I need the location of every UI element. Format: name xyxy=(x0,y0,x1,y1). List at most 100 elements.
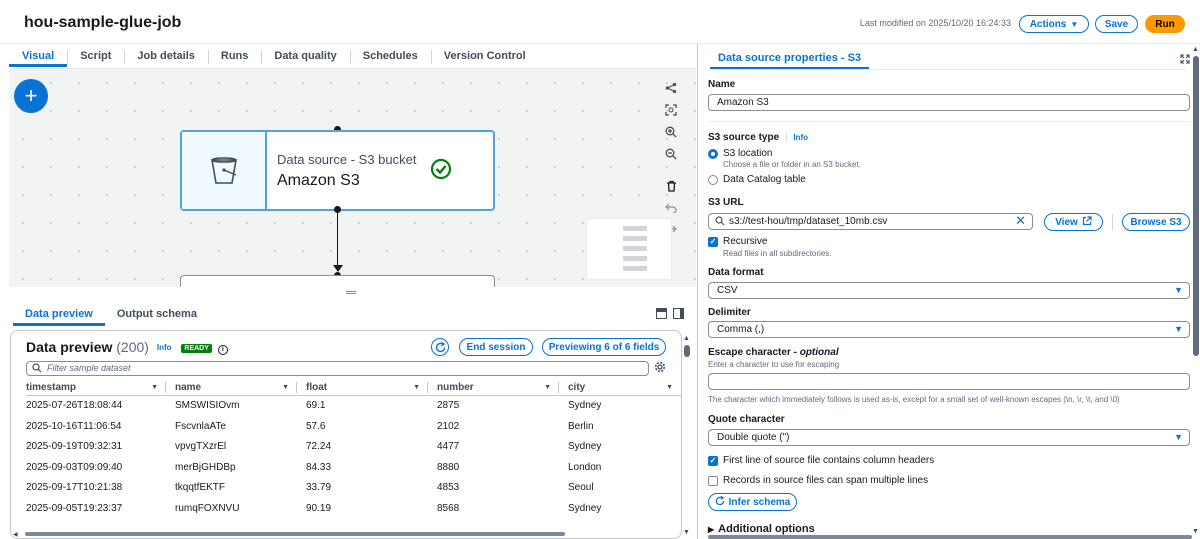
save-button[interactable]: Save xyxy=(1095,15,1138,33)
s3-location-label: S3 location xyxy=(723,148,773,159)
horizontal-scrollbar[interactable]: ◀ xyxy=(13,531,678,538)
table-header: timestamp ▼ name ▼ float ▼ number ▼ city ▼ xyxy=(26,379,681,396)
table-cell: 2025-10-16T11:06:54 xyxy=(26,420,122,432)
scroll-down-icon[interactable]: ▼ xyxy=(683,529,690,536)
infer-schema-button[interactable]: Infer schema xyxy=(708,493,797,511)
panel-scrollbar[interactable]: ▲ ▼ xyxy=(1192,44,1200,539)
tab-data-quality[interactable]: Data quality xyxy=(261,47,349,67)
table-cell: 2025-09-17T10:21:38 xyxy=(26,482,123,493)
source-type-info-link[interactable]: Info xyxy=(793,133,808,142)
zoom-out-icon[interactable] xyxy=(661,144,681,163)
preview-table: timestamp ▼ name ▼ float ▼ number ▼ city ▼ 20… xyxy=(26,379,681,519)
previewing-fields-button[interactable]: Previewing 6 of 6 fields xyxy=(542,338,666,356)
tab-output-schema[interactable]: Output schema xyxy=(105,305,209,326)
actions-button[interactable]: Actions ▼ xyxy=(1019,15,1089,33)
zoom-in-icon[interactable] xyxy=(661,122,681,141)
column-header-float[interactable]: float ▼ xyxy=(297,379,428,395)
quote-select[interactable]: Double quote (") ▼ xyxy=(708,429,1190,446)
panel-hscroll-thumb[interactable] xyxy=(708,535,1192,539)
column-header-number[interactable]: number ▼ xyxy=(428,379,559,395)
run-button[interactable]: Run xyxy=(1145,15,1185,33)
data-source-node[interactable]: Data source - S3 bucket Amazon S3 xyxy=(180,130,495,211)
recursive-checkbox[interactable]: ✓ xyxy=(708,237,718,247)
tab-data-preview[interactable]: Data preview xyxy=(13,305,105,326)
column-header-timestamp[interactable]: timestamp ▼ xyxy=(26,379,166,395)
delimiter-label: Delimiter xyxy=(708,307,751,318)
data-format-select[interactable]: CSV ▼ xyxy=(708,282,1190,299)
undo-icon[interactable] xyxy=(661,199,681,218)
table-cell: Sydney xyxy=(568,502,602,514)
expand-icon[interactable] xyxy=(1180,53,1190,67)
visual-canvas[interactable]: + Data source - S3 bucket Amazon S3 xyxy=(9,69,696,287)
recursive-hint: Read files in all subdirectories. xyxy=(723,249,832,258)
escape-character-input[interactable] xyxy=(708,373,1190,390)
tab-runs[interactable]: Runs xyxy=(207,47,262,67)
view-button[interactable]: View xyxy=(1044,213,1103,231)
table-cell: 2875 xyxy=(437,400,460,411)
sort-icon[interactable]: ▼ xyxy=(151,379,158,396)
browse-s3-button[interactable]: Browse S3 xyxy=(1122,213,1190,231)
table-cell: vpvgTXzrEl xyxy=(175,441,227,452)
panel-scroll-thumb[interactable] xyxy=(1193,56,1199,356)
table-cell: 57.6 xyxy=(306,420,326,432)
panel-resize-handle[interactable] xyxy=(346,291,356,294)
table-row[interactable]: 2025-09-17T10:21:38 tkqqtfEKTF 33.79 4853 Se… xyxy=(26,478,681,499)
sort-icon[interactable]: ▼ xyxy=(413,379,420,396)
end-session-button[interactable]: End session xyxy=(459,338,533,356)
multiline-checkbox[interactable] xyxy=(708,476,718,486)
clear-icon[interactable]: ✕ xyxy=(1015,213,1026,228)
preview-info-link[interactable]: Info xyxy=(157,343,172,352)
external-link-icon xyxy=(1082,215,1092,229)
scroll-left-icon[interactable]: ◀ xyxy=(13,531,18,538)
share-layout-icon[interactable] xyxy=(661,79,681,98)
tab-schedules[interactable]: Schedules xyxy=(349,47,431,67)
arrow-head-icon xyxy=(333,265,343,272)
radio-data-catalog[interactable] xyxy=(708,175,718,185)
table-row[interactable]: 2025-09-05T19:23:37 rumqFOXNVU 90.19 8568 Sy… xyxy=(26,499,681,520)
filter-input[interactable]: Filter sample dataset xyxy=(26,361,649,376)
bucket-icon xyxy=(182,132,267,209)
scroll-up-icon[interactable]: ▲ xyxy=(683,335,690,342)
radio-s3-location[interactable] xyxy=(708,149,718,159)
column-header-name[interactable]: name ▼ xyxy=(166,379,297,395)
table-cell: 2102 xyxy=(437,420,460,432)
s3-url-input[interactable]: s3://test-hou/tmp/dataset_10mb.csv ✕ xyxy=(708,213,1033,230)
table-row[interactable]: 2025-10-16T11:06:54 FscvnlaATe 57.6 2102 Ber… xyxy=(26,417,681,438)
table-body: 2025-07-26T18:08:44 SMSWISIOvm 69.1 2875 Syd… xyxy=(26,396,681,519)
table-cell: Sydney xyxy=(568,400,602,411)
tab-version-control[interactable]: Version Control xyxy=(430,47,539,67)
gear-icon[interactable] xyxy=(654,361,666,376)
first-line-headers-checkbox[interactable]: ✓ xyxy=(708,456,718,466)
sort-icon[interactable]: ▼ xyxy=(282,379,289,396)
table-row[interactable]: 2025-07-26T18:08:44 SMSWISIOvm 69.1 2875 Syd… xyxy=(26,396,681,417)
additional-options-toggle[interactable]: ▶ Additional options xyxy=(708,523,815,535)
fit-view-icon[interactable] xyxy=(661,101,681,120)
name-field[interactable]: Amazon S3 xyxy=(708,94,1190,111)
additional-options-label: Additional options xyxy=(718,523,815,535)
delete-icon[interactable] xyxy=(661,177,681,196)
tab-data-source-properties[interactable]: Data source properties - S3 xyxy=(710,51,870,70)
canvas-minimap[interactable] xyxy=(586,218,672,280)
preview-vertical-scrollbar[interactable]: ▲ ▼ xyxy=(682,333,692,539)
table-row[interactable]: 2025-09-03T09:09:40 merBjGHDBp 84.33 8880 Lo… xyxy=(26,458,681,479)
table-row[interactable]: 2025-09-19T09:32:31 vpvgTXzrEl 72.24 4477 Sy… xyxy=(26,437,681,458)
next-node[interactable] xyxy=(180,275,495,287)
table-cell: FscvnlaATe xyxy=(175,420,226,432)
scroll-thumb[interactable] xyxy=(684,345,690,357)
split-horizontal-icon[interactable] xyxy=(656,308,667,319)
sort-icon[interactable]: ▼ xyxy=(666,379,673,396)
name-label: Name xyxy=(708,79,736,90)
column-header-city[interactable]: city ▼ xyxy=(559,379,681,395)
table-cell: 2025-07-26T18:08:44 xyxy=(26,400,123,411)
tab-visual[interactable]: Visual xyxy=(9,47,68,67)
hscroll-thumb[interactable] xyxy=(25,532,565,536)
delimiter-select[interactable]: Comma (,) ▼ xyxy=(708,321,1190,338)
info-circle-icon[interactable]: i xyxy=(217,345,228,355)
sort-icon[interactable]: ▼ xyxy=(544,379,551,396)
tab-script[interactable]: Script xyxy=(67,47,124,67)
tab-job-details[interactable]: Job details xyxy=(124,47,207,67)
refresh-icon[interactable] xyxy=(431,338,449,356)
table-cell: 8568 xyxy=(437,502,460,514)
add-node-button[interactable]: + xyxy=(14,79,48,113)
split-vertical-icon[interactable] xyxy=(673,308,684,319)
